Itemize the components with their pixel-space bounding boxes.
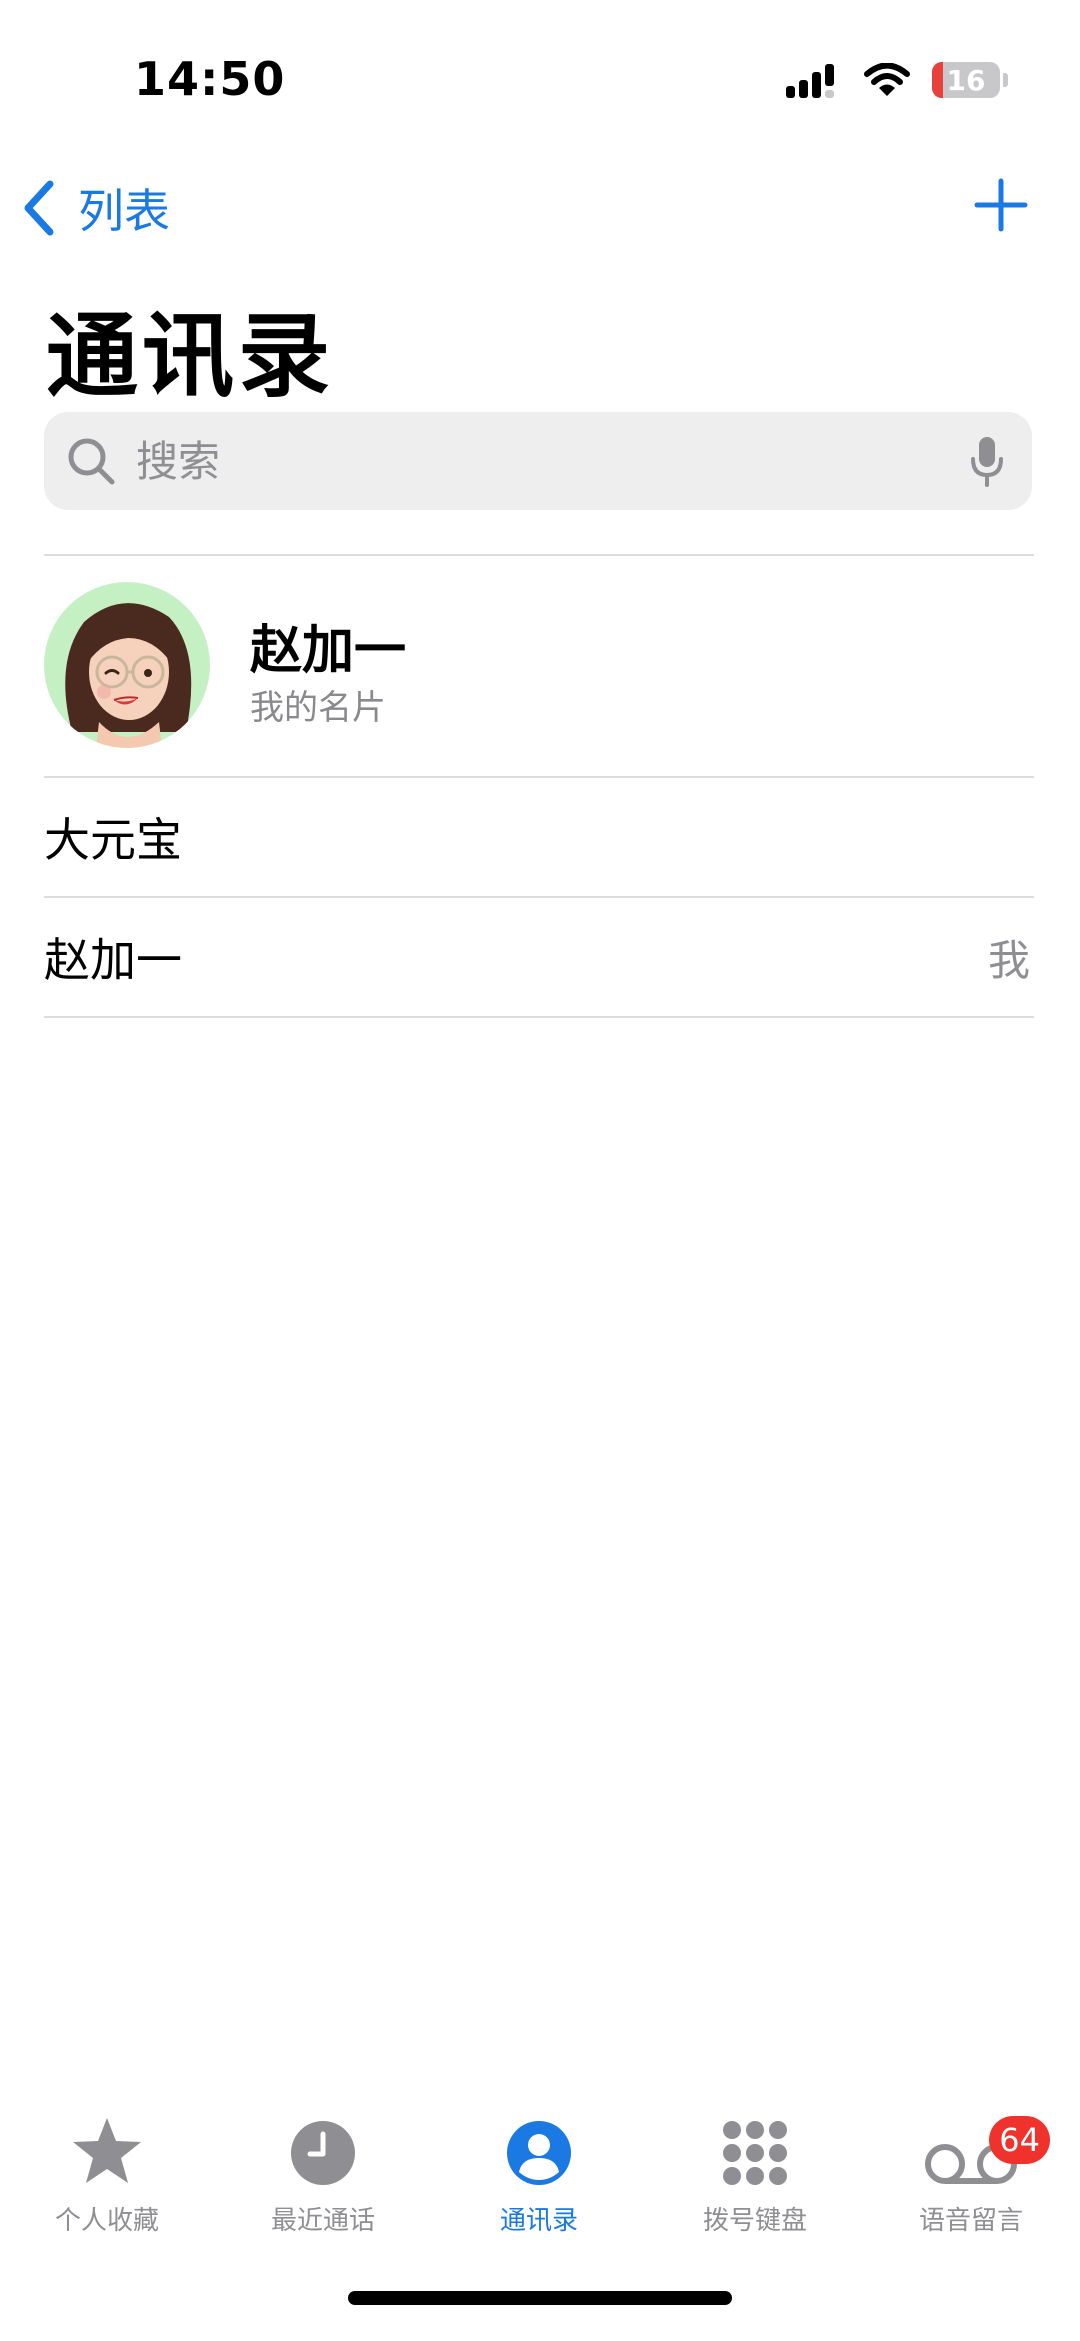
search-bar[interactable] (44, 412, 1032, 510)
clock-icon (291, 2121, 355, 2185)
status-icons: 16 (786, 58, 1008, 102)
divider (44, 1016, 1034, 1018)
cellular-signal-icon (786, 64, 834, 98)
add-contact-button[interactable] (974, 178, 1028, 236)
tab-label: 个人收藏 (54, 2206, 159, 2236)
contact-name: 赵加一 (44, 933, 182, 987)
battery-icon: 16 (932, 62, 1000, 98)
contacts-screen: 14:50 16 列表 通讯录 搜索 赵加一 我的名片 大元宝 赵加一 我 个人… (0, 0, 1080, 2341)
wifi-icon (864, 63, 910, 96)
microphone-icon[interactable] (970, 435, 1004, 487)
search-input[interactable] (134, 420, 970, 502)
avatar (44, 582, 210, 748)
list-item[interactable]: 赵加一 我 (44, 898, 1034, 1016)
tab-voicemail[interactable]: 语音留言 64 (896, 2110, 1050, 2240)
plus-icon (974, 178, 1028, 232)
page-title: 通讯录 (46, 303, 335, 410)
battery-tip (1003, 73, 1008, 87)
search-icon (68, 438, 115, 485)
contact-me-tag: 我 (987, 935, 1030, 985)
tab-label: 最近通话 (270, 2206, 375, 2236)
status-time: 14:50 (134, 52, 286, 106)
tab-label: 语音留言 (918, 2206, 1023, 2236)
tab-favorites[interactable]: 个人收藏 (32, 2110, 182, 2240)
home-indicator[interactable] (348, 2291, 732, 2305)
tab-contacts[interactable]: 通讯录 (464, 2110, 614, 2240)
tab-label: 拨号键盘 (702, 2206, 807, 2236)
voicemail-badge: 64 (989, 2116, 1050, 2164)
back-label: 列表 (78, 184, 170, 238)
my-card[interactable]: 赵加一 我的名片 (44, 556, 1034, 776)
back-button[interactable]: 列表 (22, 176, 170, 240)
list-item[interactable]: 大元宝 (44, 778, 1034, 896)
contact-name: 大元宝 (44, 813, 182, 867)
tab-recents[interactable]: 最近通话 (248, 2110, 398, 2240)
memoji-avatar-icon (65, 603, 192, 748)
star-icon (73, 2118, 141, 2183)
battery-level: 16 (946, 63, 986, 97)
tab-label: 通讯录 (499, 2206, 578, 2236)
chevron-left-icon (24, 180, 54, 236)
tab-keypad[interactable]: 拨号键盘 (680, 2110, 830, 2240)
my-card-name: 赵加一 (250, 621, 407, 681)
person-circle-icon (507, 2121, 571, 2185)
keypad-icon (723, 2121, 787, 2185)
my-card-subtitle: 我的名片 (250, 688, 386, 728)
tab-bar: 个人收藏 最近通话 通讯录 拨号键盘 语音留言 64 (0, 2110, 1080, 2270)
